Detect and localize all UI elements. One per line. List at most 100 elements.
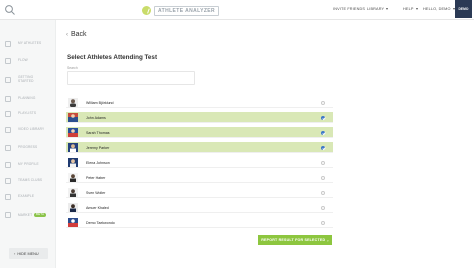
select-checkbox[interactable]: [321, 190, 326, 195]
logo-icon: [142, 6, 151, 15]
athlete-row-william-bjorklund[interactable]: William Björklund: [66, 97, 333, 108]
athlete-row-sven-woller[interactable]: Sven Woller: [66, 187, 333, 198]
getting-started-icon: [5, 77, 11, 83]
select-checkbox[interactable]: [321, 145, 326, 150]
page-title: Select Athletes Attending Test: [67, 54, 158, 61]
athlete-name: William Björklund: [86, 100, 114, 105]
chevron-right-icon: ›: [327, 237, 329, 243]
athlete-name: Jeremy Parker: [86, 145, 110, 150]
sidebar-item-progress[interactable]: PROGRESS: [0, 142, 56, 154]
athlete-photo: [68, 188, 78, 197]
nav-invite-friends-label: INVITE FRIENDS: [333, 7, 366, 11]
sidebar-item-label: PLAYLISTS: [18, 111, 37, 116]
search-input[interactable]: [67, 71, 195, 85]
athlete-row-demo-taekwondo[interactable]: Demo Taekwondo: [66, 217, 333, 228]
athlete-photo: [68, 113, 78, 122]
select-checkbox[interactable]: [321, 130, 326, 135]
sidebar-item-market[interactable]: MARKET BETA: [0, 209, 56, 221]
athlete-photo: [68, 98, 78, 107]
athlete-name: Sarah Thomas: [86, 130, 110, 135]
back-label: Back: [71, 31, 87, 38]
sidebar-item-label: PROGRESS: [18, 145, 38, 150]
select-checkbox[interactable]: [321, 175, 326, 180]
nav-user-label: HELLO, DEMO: [423, 7, 451, 11]
athlete-name: Amuer Khaled: [86, 205, 109, 210]
example-icon: [5, 194, 11, 200]
back-link[interactable]: ‹ Back: [66, 31, 87, 38]
teams-icon: [5, 178, 11, 184]
profile-icon: [5, 162, 11, 168]
top-bar: ATHLETE ANALYZER INVITE FRIENDS LIBRARY …: [0, 0, 474, 20]
nav-invite-friends[interactable]: INVITE FRIENDS: [333, 7, 365, 11]
athlete-row-amuer-khaled[interactable]: Amuer Khaled: [66, 202, 333, 213]
sidebar-item-video-library[interactable]: VIDEO LIBRARY: [0, 124, 56, 136]
athlete-photo: [68, 173, 78, 182]
sidebar-item-getting-started[interactable]: GETTING STARTED: [0, 74, 56, 86]
sidebar-item-label: MARKET BETA: [18, 212, 46, 218]
sidebar-item-playlists[interactable]: PLAYLISTS: [0, 108, 56, 120]
nav-help-label: HELP: [403, 7, 414, 11]
sidebar-item-example[interactable]: EXAMPLE: [0, 191, 56, 203]
athlete-photo: [68, 143, 78, 152]
athlete-photo: [68, 218, 78, 227]
sidebar-item-label: GETTING STARTED: [18, 75, 34, 83]
athlete-row-jeremy-parker[interactable]: Jeremy Parker: [66, 142, 333, 153]
flow-icon: [5, 58, 11, 64]
nav-help[interactable]: HELP: [403, 7, 418, 11]
hide-menu-label: HIDE MENU: [17, 251, 39, 256]
nav-library[interactable]: LIBRARY: [367, 7, 389, 11]
logo-text: ATHLETE ANALYZER: [154, 5, 220, 16]
sidebar-item-label: MY PROFILE: [18, 162, 39, 167]
select-checkbox[interactable]: [321, 115, 326, 120]
playlists-icon: [5, 111, 11, 117]
chevron-left-icon: ‹: [66, 31, 68, 38]
progress-icon: [5, 145, 11, 151]
sidebar-item-label: PLANNING: [18, 96, 36, 101]
athlete-row-sarah-thomas[interactable]: Sarah Thomas: [66, 127, 333, 138]
market-icon: [5, 212, 11, 218]
sidebar-item-my-profile[interactable]: MY PROFILE: [0, 159, 56, 171]
sidebar: MY ATHLETES FLOW GETTING STARTED PLANNIN…: [0, 20, 56, 268]
athlete-name: Peter Haber: [86, 175, 106, 180]
athlete-name: Sven Woller: [86, 190, 106, 195]
select-checkbox[interactable]: [321, 205, 326, 210]
logo[interactable]: ATHLETE ANALYZER: [142, 5, 220, 16]
select-checkbox[interactable]: [321, 220, 326, 225]
athlete-row-elena-johnson[interactable]: Elena Johnson: [66, 157, 333, 168]
sidebar-item-market-text: MARKET: [18, 212, 33, 217]
select-checkbox[interactable]: [321, 160, 326, 165]
select-checkbox[interactable]: [321, 100, 326, 105]
search-icon[interactable]: [4, 4, 16, 16]
avatar[interactable]: DEMO: [455, 0, 472, 18]
chevron-down-icon: [386, 8, 389, 10]
athlete-photo: [68, 128, 78, 137]
sidebar-item-planning[interactable]: PLANNING: [0, 93, 56, 105]
chevron-left-icon: ‹: [14, 251, 16, 256]
athlete-name: John Adams: [86, 115, 106, 120]
planning-icon: [5, 96, 11, 102]
nav-user-menu[interactable]: HELLO, DEMO: [423, 7, 455, 11]
athletes-icon: [5, 41, 11, 47]
athlete-row-john-adams[interactable]: John Adams: [66, 112, 333, 123]
athlete-name: Elena Johnson: [86, 160, 110, 165]
sidebar-item-label: MY ATHLETES: [18, 41, 42, 46]
video-library-icon: [5, 127, 11, 133]
sidebar-item-label: VIDEO LIBRARY: [18, 127, 45, 132]
athlete-photo: [68, 158, 78, 167]
hide-menu-button[interactable]: ‹ HIDE MENU: [9, 248, 48, 259]
athlete-row-peter-haber[interactable]: Peter Haber: [66, 172, 333, 183]
sidebar-item-label: FLOW: [18, 58, 28, 63]
nav-library-label: LIBRARY: [367, 7, 385, 11]
athlete-name: Demo Taekwondo: [86, 220, 115, 225]
sidebar-item-flow[interactable]: FLOW: [0, 55, 56, 67]
report-result-label: REPORT RESULT FOR SELECTED: [261, 238, 326, 242]
sidebar-item-label: TEAMS CLUBS: [18, 178, 43, 183]
sidebar-item-my-athletes[interactable]: MY ATHLETES: [0, 38, 56, 50]
chevron-down-icon: [415, 8, 418, 10]
beta-badge: BETA: [34, 212, 46, 218]
athlete-photo: [68, 203, 78, 212]
search-label: Search: [67, 66, 78, 70]
sidebar-item-label: EXAMPLE: [18, 194, 35, 199]
report-result-button[interactable]: REPORT RESULT FOR SELECTED ›: [258, 235, 332, 245]
sidebar-item-teams-clubs[interactable]: TEAMS CLUBS: [0, 175, 56, 187]
